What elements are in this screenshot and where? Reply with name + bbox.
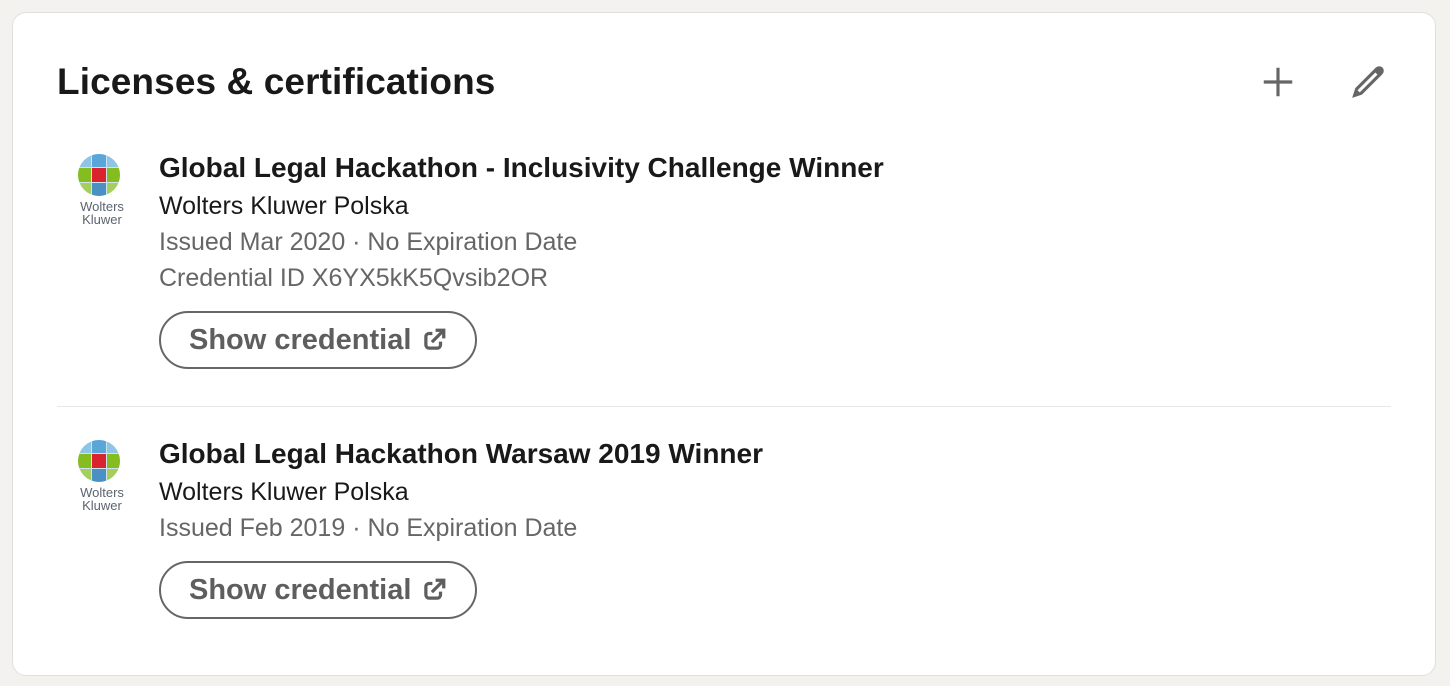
section-header: Licenses & certifications	[57, 57, 1391, 107]
external-link-icon	[424, 578, 446, 600]
plus-icon	[1263, 67, 1293, 97]
certification-details: Global Legal Hackathon Warsaw 2019 Winne…	[159, 435, 763, 619]
certification-issued-date: Issued Mar 2020 · No Expiration Date	[159, 228, 578, 256]
certification-issuer: Wolters Kluwer Polska	[159, 192, 409, 220]
wolters-kluwer-logo-icon	[78, 154, 120, 196]
logo-wordmark: Wolters Kluwer	[80, 199, 124, 227]
licenses-certifications-card: Licenses & certifications Wolters Kluwer…	[12, 12, 1436, 676]
add-certification-button[interactable]	[1255, 59, 1301, 105]
logo-wordmark: Wolters Kluwer	[80, 485, 124, 513]
certification-title: Global Legal Hackathon Warsaw 2019 Winne…	[159, 438, 763, 469]
certification-issued-date: Issued Feb 2019 · No Expiration Date	[159, 514, 578, 542]
section-title: Licenses & certifications	[57, 61, 496, 102]
certification-details: Global Legal Hackathon - Inclusivity Cha…	[159, 149, 884, 406]
external-link-icon	[424, 328, 446, 350]
edit-certifications-button[interactable]	[1345, 59, 1391, 105]
show-credential-label: Show credential	[189, 323, 412, 356]
certification-issuer: Wolters Kluwer Polska	[159, 478, 409, 506]
certification-title: Global Legal Hackathon - Inclusivity Cha…	[159, 152, 884, 183]
issuer-logo[interactable]: Wolters Kluwer	[57, 435, 141, 619]
show-credential-label: Show credential	[189, 573, 412, 606]
credential-id: Credential ID X6YX5kK5Qvsib2OR	[159, 264, 549, 292]
show-credential-button[interactable]: Show credential	[159, 561, 478, 619]
header-actions	[1255, 59, 1391, 105]
show-credential-button[interactable]: Show credential	[159, 311, 478, 369]
pencil-icon	[1352, 66, 1384, 98]
wolters-kluwer-logo-icon	[78, 440, 120, 482]
certification-item: Wolters Kluwer Global Legal Hackathon Wa…	[57, 407, 1391, 619]
certification-item: Wolters Kluwer Global Legal Hackathon - …	[57, 149, 1391, 406]
certification-list: Wolters Kluwer Global Legal Hackathon - …	[57, 149, 1391, 619]
issuer-logo[interactable]: Wolters Kluwer	[57, 149, 141, 406]
